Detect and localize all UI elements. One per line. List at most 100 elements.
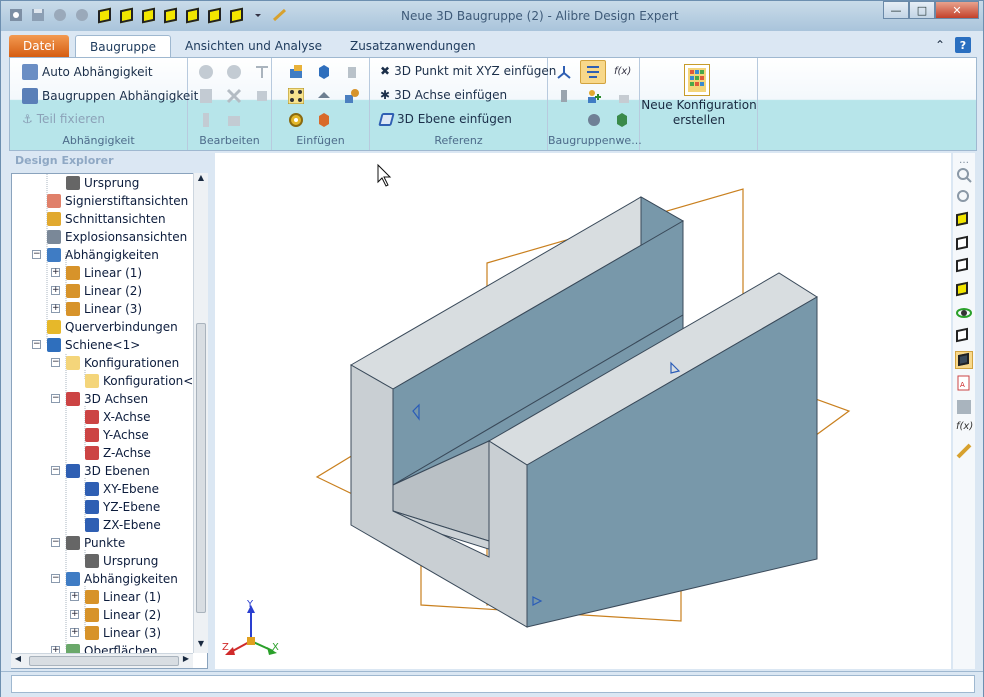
insert-3d-point-button[interactable]: ✖ 3D Punkt mit XYZ einfügen <box>380 64 556 78</box>
insert-part-icon[interactable] <box>288 64 304 80</box>
3d-viewport[interactable]: Y Z X <box>215 153 951 669</box>
shaded-view-button[interactable] <box>955 351 973 369</box>
insert-3d-axis-button[interactable]: ✱ 3D Achse einfügen <box>380 88 507 102</box>
equation-editor-icon[interactable]: f(x) <box>956 421 973 437</box>
tab-ansichten-und-analyse[interactable]: Ansichten und Analyse <box>171 35 336 57</box>
mirror-icon[interactable] <box>316 88 332 104</box>
scroll-left-icon[interactable]: ◀ <box>11 654 25 668</box>
tree-node-origin-point[interactable]: Ursprung <box>66 174 139 192</box>
ruler-icon[interactable] <box>956 443 972 459</box>
coordinate-system-icon[interactable] <box>556 64 572 80</box>
tree-node-linear-3[interactable]: Linear (3) <box>66 300 142 318</box>
tree-node-linear-1[interactable]: Linear (1) <box>66 264 142 282</box>
tree-node-y-axis[interactable]: Y-Achse <box>85 426 149 444</box>
tree-node-3d-planes[interactable]: 3D Ebenen <box>66 462 150 480</box>
suppress-icon[interactable] <box>198 112 214 128</box>
scroll-thumb[interactable] <box>196 323 206 613</box>
save-view-icon[interactable] <box>956 399 972 415</box>
tree-node-constraints-2[interactable]: Abhängigkeiten <box>66 570 178 588</box>
view-cube-bottom-icon[interactable] <box>227 6 245 24</box>
configuration-icon[interactable] <box>684 64 710 96</box>
tree-expander-constraints-2[interactable]: − <box>51 574 60 583</box>
toolbox-icon[interactable] <box>316 112 332 128</box>
replace-icon[interactable] <box>254 88 270 104</box>
explode-button[interactable] <box>580 60 606 84</box>
zoom-window-icon[interactable] <box>956 189 972 205</box>
pdf-export-icon[interactable]: A <box>956 375 972 391</box>
tree-expander-configurations[interactable]: − <box>51 358 60 367</box>
view-cube-right-icon[interactable] <box>183 6 201 24</box>
tree-node-z-axis[interactable]: Z-Achse <box>85 444 151 462</box>
delete-icon[interactable] <box>226 88 242 104</box>
tree-expander-3d-planes[interactable]: − <box>51 466 60 475</box>
interference-icon[interactable] <box>556 88 572 104</box>
tree-node-signature-views[interactable]: Signierstiftansichten <box>47 192 188 210</box>
app-menu-icon[interactable] <box>7 6 25 24</box>
tree-expander-constraints[interactable]: − <box>32 250 41 259</box>
package-icon[interactable] <box>614 112 630 128</box>
orbit-icon[interactable] <box>956 305 972 321</box>
view-cube-back-icon[interactable] <box>139 6 157 24</box>
view-cube-front-icon[interactable] <box>117 6 135 24</box>
save-icon[interactable] <box>29 6 47 24</box>
tree-expander-part-schiene[interactable]: − <box>32 340 41 349</box>
tab-baugruppe[interactable]: Baugruppe <box>75 35 171 57</box>
tree-node-linear-3-b[interactable]: Linear (3) <box>85 624 161 642</box>
tree-node-linear-1-b[interactable]: Linear (1) <box>85 588 161 606</box>
front-view-icon[interactable] <box>956 235 972 253</box>
tree-horizontal-scrollbar[interactable]: ◀ ▶ <box>11 653 193 668</box>
tree-node-zx-plane[interactable]: ZX-Ebene <box>85 516 161 534</box>
auto-abhaengigkeit-button[interactable]: Auto Abhängigkeit <box>22 64 153 80</box>
gear-icon[interactable] <box>288 112 304 128</box>
insert-3d-plane-button[interactable]: 3D Ebene einfügen <box>378 112 512 126</box>
pattern-grid-icon[interactable] <box>288 88 304 104</box>
dropdown-arrow-icon[interactable] <box>249 6 267 24</box>
properties-icon[interactable] <box>198 88 214 104</box>
tree-node-linear-2-b[interactable]: Linear (2) <box>85 606 161 624</box>
tree-node-xy-plane[interactable]: XY-Ebene <box>85 480 159 498</box>
pattern-icon[interactable] <box>254 64 270 80</box>
maximize-button[interactable]: □ <box>909 1 935 19</box>
tree-expander-linear-1-b[interactable]: + <box>70 592 79 601</box>
help-icon[interactable]: ? <box>955 37 971 53</box>
scroll-right-icon[interactable]: ▶ <box>179 654 193 668</box>
tree-node-3d-axes[interactable]: 3D Achsen <box>66 390 148 408</box>
new-part-icon[interactable] <box>316 64 332 80</box>
scroll-down-icon[interactable]: ▼ <box>194 639 208 653</box>
hscroll-thumb[interactable] <box>29 656 179 666</box>
measure-icon[interactable] <box>271 6 289 24</box>
tree-node-yz-plane[interactable]: YZ-Ebene <box>85 498 160 516</box>
tree-node-linear-2[interactable]: Linear (2) <box>66 282 142 300</box>
tab-zusatzanwendungen[interactable]: Zusatzanwendungen <box>336 35 490 57</box>
cloud-icon[interactable] <box>586 112 602 128</box>
wireframe-icon[interactable] <box>956 327 972 345</box>
iso-view-icon[interactable] <box>956 211 972 229</box>
tree-expander-linear-3[interactable]: + <box>51 304 60 313</box>
top-view-icon[interactable] <box>956 281 972 299</box>
scroll-up-icon[interactable]: ▲ <box>194 173 208 187</box>
tree-expander-3d-axes[interactable]: − <box>51 394 60 403</box>
teil-fixieren-button[interactable]: ⚓ Teil fixieren <box>22 112 105 126</box>
view-cube-left-icon[interactable] <box>161 6 179 24</box>
equation-icon[interactable]: f(x) <box>614 66 631 77</box>
tree-node-x-axis[interactable]: X-Achse <box>85 408 151 426</box>
zoom-icon[interactable] <box>956 167 972 183</box>
view-cube-iso-icon[interactable] <box>95 6 113 24</box>
redo-icon[interactable] <box>73 6 91 24</box>
tab-datei[interactable]: Datei <box>9 35 70 57</box>
new-configuration-button[interactable]: Neue Konfiguration erstellen <box>640 98 758 128</box>
tree-node-origin-point-2[interactable]: Ursprung <box>85 552 158 570</box>
tree-node-constraints[interactable]: Abhängigkeiten <box>47 246 159 264</box>
tree-node-part-schiene[interactable]: Schiene<1> <box>47 336 140 354</box>
lock-icon[interactable] <box>616 88 632 104</box>
tree-vertical-scrollbar[interactable]: ▲ ▼ <box>193 173 208 653</box>
baugruppen-abhaengigkeit-button[interactable]: Baugruppen Abhängigkeit <box>22 88 198 104</box>
tree-expander-points[interactable]: − <box>51 538 60 547</box>
tree-expander-linear-2-b[interactable]: + <box>70 610 79 619</box>
collapse-ribbon-icon[interactable]: ⌃ <box>935 38 945 52</box>
add-user-icon[interactable] <box>586 88 602 104</box>
right-view-icon[interactable] <box>956 257 972 275</box>
rotate-icon[interactable] <box>226 64 242 80</box>
tree-node-cross-connections[interactable]: Querverbindungen <box>47 318 178 336</box>
insert-component-icon[interactable] <box>344 64 360 80</box>
